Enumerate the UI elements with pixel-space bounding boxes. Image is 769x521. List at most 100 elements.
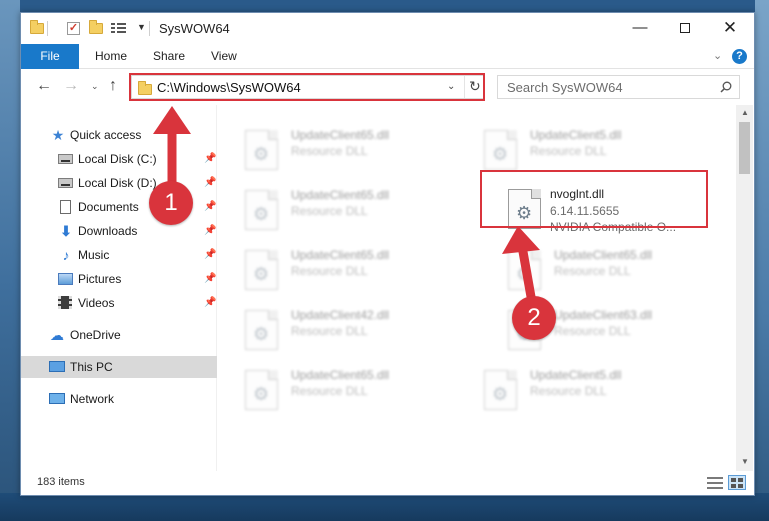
sidebar-item-this-pc[interactable]: This PC bbox=[21, 356, 217, 378]
dll-file-icon: ⚙ bbox=[245, 310, 278, 350]
pin-icon[interactable]: 📌 bbox=[204, 153, 216, 164]
maximize-icon bbox=[680, 23, 690, 34]
file-item[interactable]: ⚙ UpdateClient65.dll Resource DLL bbox=[508, 246, 735, 294]
pin-icon[interactable]: 📌 bbox=[204, 249, 216, 260]
sidebar-item-label: Pictures bbox=[78, 272, 122, 286]
item-count: 183 items bbox=[37, 476, 85, 488]
sidebar-item-music[interactable]: ♪ Music 📌 bbox=[21, 244, 217, 266]
sidebar-item-local-disk-c[interactable]: Local Disk (C:) 📌 bbox=[21, 148, 217, 170]
drive-icon bbox=[58, 176, 74, 190]
drive-icon bbox=[58, 152, 74, 166]
new-folder-icon[interactable] bbox=[89, 20, 103, 35]
minimize-button[interactable]: — bbox=[617, 13, 663, 43]
this-pc-icon bbox=[49, 360, 65, 374]
sidebar-item-pictures[interactable]: Pictures 📌 bbox=[21, 268, 217, 290]
search-placeholder[interactable]: Search SysWOW64 bbox=[507, 80, 623, 95]
file-type: Resource DLL bbox=[291, 204, 368, 218]
sidebar-item-videos[interactable]: Videos 📌 bbox=[21, 292, 217, 314]
documents-icon bbox=[58, 200, 74, 214]
recent-locations-chevron-icon[interactable]: ⌄ bbox=[91, 81, 99, 92]
details-view-icon[interactable] bbox=[707, 477, 723, 489]
file-type: Resource DLL bbox=[554, 324, 631, 338]
file-type: Resource DLL bbox=[554, 264, 631, 278]
properties-list-icon[interactable] bbox=[111, 22, 126, 35]
annotation-callout-1: 1 bbox=[149, 181, 193, 225]
file-name: UpdateClient65.dll bbox=[554, 248, 653, 262]
file-name: UpdateClient65.dll bbox=[291, 128, 390, 142]
file-type: Resource DLL bbox=[291, 144, 368, 158]
scrollbar-thumb[interactable] bbox=[739, 122, 750, 174]
file-type: Resource DLL bbox=[291, 264, 368, 278]
properties-check-icon[interactable]: ✓ bbox=[67, 22, 81, 35]
tab-home[interactable]: Home bbox=[95, 44, 127, 69]
file-name: UpdateClient5.dll bbox=[530, 128, 622, 142]
pin-icon[interactable]: 📌 bbox=[204, 225, 216, 236]
up-arrow-icon[interactable]: ↑ bbox=[109, 77, 117, 95]
pin-icon[interactable]: 📌 bbox=[204, 297, 216, 308]
sidebar-item-label: Local Disk (C:) bbox=[78, 152, 157, 166]
file-item[interactable]: ⚙ UpdateClient42.dll Resource DLL bbox=[245, 306, 475, 354]
sidebar-item-label: OneDrive bbox=[70, 328, 121, 342]
tab-share[interactable]: Share bbox=[153, 44, 185, 69]
pin-icon[interactable]: 📌 bbox=[204, 273, 216, 284]
sidebar-item-onedrive[interactable]: ☁ OneDrive bbox=[21, 324, 217, 346]
file-item[interactable]: ⚙ UpdateClient65.dll Resource DLL bbox=[245, 186, 475, 234]
dll-file-icon: ⚙ bbox=[484, 130, 517, 170]
dll-file-icon: ⚙ bbox=[245, 130, 278, 170]
file-type: Resource DLL bbox=[291, 384, 368, 398]
minimize-icon: — bbox=[632, 19, 648, 36]
search-icon[interactable] bbox=[720, 81, 732, 93]
dll-file-icon: ⚙ bbox=[245, 250, 278, 290]
sidebar-item-label: Videos bbox=[78, 296, 115, 310]
file-highlight bbox=[480, 170, 708, 228]
ribbon-tabs: File Home Share View ⌄ ? bbox=[21, 44, 754, 69]
sidebar-item-label: Music bbox=[78, 248, 110, 262]
file-item[interactable]: ⚙ UpdateClient5.dll Resource DLL bbox=[484, 126, 714, 174]
expand-ribbon-chevron-icon[interactable]: ⌄ bbox=[713, 49, 722, 62]
sidebar-item-label: Downloads bbox=[78, 224, 138, 238]
scroll-down-icon[interactable]: ▼ bbox=[741, 457, 749, 466]
file-name: UpdateClient65.dll bbox=[291, 248, 390, 262]
pin-icon[interactable]: 📌 bbox=[204, 201, 216, 212]
file-item[interactable]: ⚙ UpdateClient65.dll Resource DLL bbox=[245, 126, 475, 174]
file-name: UpdateClient42.dll bbox=[291, 308, 390, 322]
file-type: Resource DLL bbox=[530, 384, 607, 398]
file-list: ⚙ UpdateClient65.dll Resource DLL ⚙ Upda… bbox=[218, 105, 735, 471]
desktop-background-left bbox=[0, 0, 20, 521]
vertical-scrollbar[interactable]: ▲ ▼ bbox=[736, 105, 753, 471]
file-item[interactable]: ⚙ UpdateClient65.dll Resource DLL bbox=[245, 366, 475, 414]
search-box[interactable]: Search SysWOW64 bbox=[497, 75, 740, 99]
tab-view[interactable]: View bbox=[211, 44, 237, 69]
sidebar-item-label: Documents bbox=[78, 200, 139, 214]
file-item[interactable]: ⚙ UpdateClient65.dll Resource DLL bbox=[245, 246, 475, 294]
close-button[interactable]: ✕ bbox=[707, 13, 753, 43]
sidebar-item-quick-access[interactable]: ★ Quick access bbox=[21, 124, 217, 146]
forward-arrow-icon[interactable]: → bbox=[63, 77, 79, 95]
window-title: SysWOW64 bbox=[159, 21, 230, 36]
sidebar-item-downloads[interactable]: ⬇ Downloads 📌 bbox=[21, 220, 217, 242]
file-name: UpdateClient65.dll bbox=[291, 368, 390, 382]
close-icon: ✕ bbox=[722, 18, 738, 37]
back-arrow-icon[interactable]: ← bbox=[36, 77, 52, 95]
file-type: Resource DLL bbox=[291, 324, 368, 338]
music-icon: ♪ bbox=[62, 247, 70, 263]
file-type: Resource DLL bbox=[530, 144, 607, 158]
file-name: UpdateClient63.dll bbox=[554, 308, 653, 322]
tab-file[interactable]: File bbox=[21, 44, 79, 69]
sidebar-item-label: Network bbox=[70, 392, 115, 406]
pictures-icon bbox=[58, 272, 74, 286]
sidebar-item-label: Quick access bbox=[70, 128, 142, 142]
file-item[interactable]: ⚙ UpdateClient5.dll Resource DLL bbox=[484, 366, 714, 414]
onedrive-icon: ☁ bbox=[50, 327, 64, 343]
status-bar: 183 items bbox=[21, 471, 754, 495]
pin-icon[interactable]: 📌 bbox=[204, 177, 216, 188]
maximize-button[interactable] bbox=[662, 13, 708, 43]
address-bar-highlight bbox=[129, 73, 485, 101]
scroll-up-icon[interactable]: ▲ bbox=[741, 108, 749, 117]
help-icon[interactable]: ? bbox=[732, 49, 747, 64]
sidebar-item-network[interactable]: Network bbox=[21, 388, 217, 410]
large-icons-view-icon[interactable] bbox=[728, 475, 746, 490]
dll-file-icon: ⚙ bbox=[484, 370, 517, 410]
quick-access-toolbar-dropdown-icon[interactable]: ▼ bbox=[137, 22, 146, 32]
title-bar: ✓ ▼ SysWOW64 — ✕ bbox=[21, 13, 754, 44]
